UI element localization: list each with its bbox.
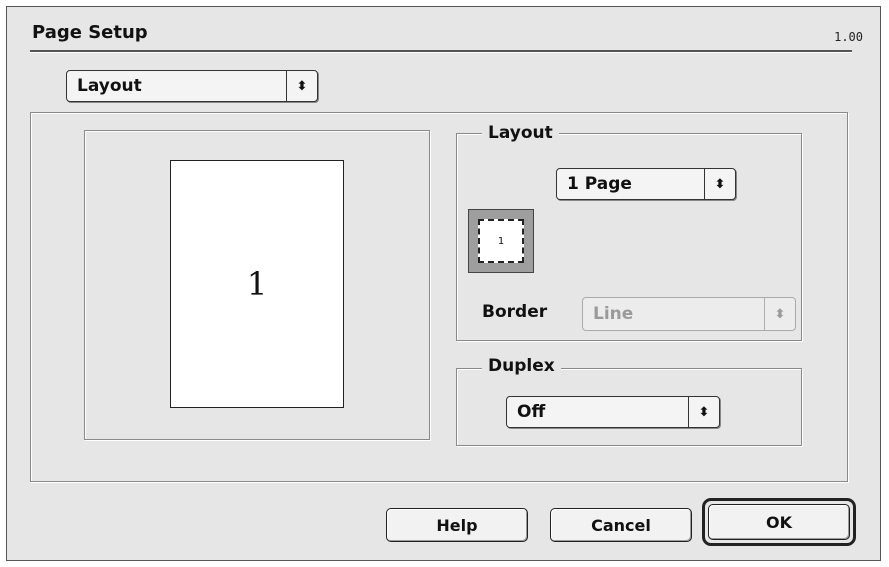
help-button[interactable]: Help: [386, 508, 528, 542]
title-divider: [30, 50, 852, 53]
version-label: 1.00: [834, 30, 863, 44]
border-label: Border: [482, 302, 548, 322]
preview-page-number: 1: [246, 265, 268, 303]
cancel-button[interactable]: Cancel: [550, 508, 692, 542]
panel-selector-popup[interactable]: Layout ⬍: [66, 70, 318, 102]
pages-per-sheet-value: 1 Page: [567, 174, 632, 194]
duplex-popup[interactable]: Off ⬍: [506, 396, 720, 428]
page-preview-sheet: 1: [170, 160, 344, 408]
layout-thumbnail: 1: [468, 209, 534, 273]
border-popup: Line ⬍: [582, 297, 796, 331]
duplex-value: Off: [517, 402, 546, 422]
layout-group-label: Layout: [482, 123, 559, 143]
dialog-title: Page Setup: [32, 22, 148, 43]
duplex-group-label: Duplex: [482, 356, 561, 376]
ok-button[interactable]: OK: [708, 504, 850, 540]
panel-selector-value: Layout: [77, 76, 142, 96]
popup-arrows-icon: ⬍: [688, 397, 719, 427]
pages-per-sheet-popup[interactable]: 1 Page ⬍: [556, 168, 736, 200]
popup-arrows-icon: ⬍: [704, 169, 735, 199]
layout-thumbnail-page: 1: [478, 219, 524, 263]
popup-arrows-icon: ⬍: [286, 71, 317, 101]
thumbnail-page-number: 1: [497, 235, 505, 247]
popup-arrows-icon: ⬍: [764, 298, 795, 330]
border-value: Line: [593, 304, 634, 324]
